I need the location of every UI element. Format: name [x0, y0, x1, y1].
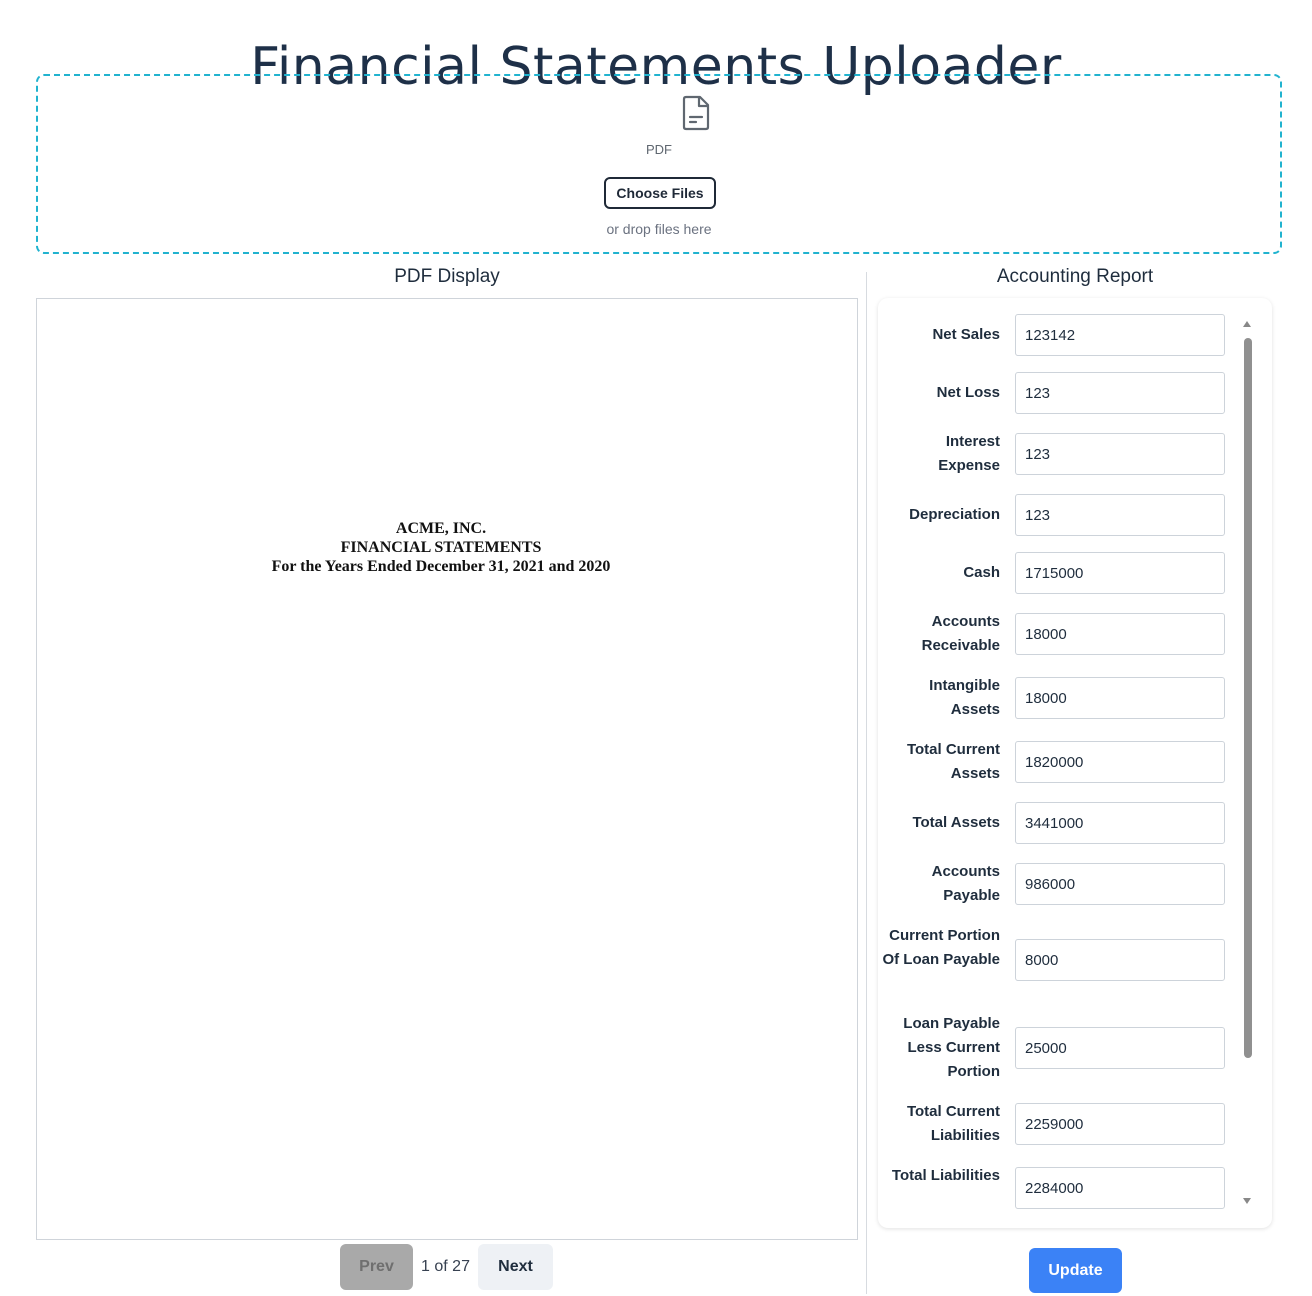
update-button[interactable]: Update: [1029, 1248, 1122, 1293]
field-row-accounts-receivable: Accounts Receivable: [878, 610, 1238, 658]
interest-expense-input[interactable]: [1015, 433, 1225, 475]
field-label: Cash: [963, 564, 1000, 581]
file-icon: [682, 95, 710, 131]
field-label: Net Loss: [936, 384, 1000, 401]
accounts-payable-input[interactable]: [1015, 863, 1225, 905]
total-assets-input[interactable]: [1015, 802, 1225, 844]
field-row-depreciation: Depreciation: [878, 494, 1238, 536]
pdf-heading-line: For the Years Ended December 31, 2021 an…: [271, 558, 611, 575]
field-row-loan-payable-less-current: Loan Payable Less Current Portion: [878, 1012, 1238, 1084]
field-row-accounts-payable: Accounts Payable: [878, 860, 1238, 908]
pdf-display-title: PDF Display: [394, 266, 500, 287]
report-scrollbar[interactable]: [1240, 316, 1254, 1208]
field-row-net-sales: Net Sales: [878, 314, 1238, 356]
field-row-current-portion-loan-payable: Current Portion Of Loan Payable: [878, 924, 1238, 996]
net-loss-input[interactable]: [1015, 372, 1225, 414]
page-indicator: 1 of 27: [421, 1258, 470, 1275]
field-row-interest-expense: Interest Expense: [878, 430, 1238, 478]
field-label: Total Liabilities: [891, 1167, 1000, 1184]
pdf-pager: Prev 1 of 27 Next: [340, 1244, 553, 1290]
field-label: Net Sales: [932, 326, 1000, 343]
pdf-heading-line: FINANCIAL STATEMENTS: [340, 539, 542, 556]
field-label: Total Current Assets: [906, 741, 1000, 782]
pdf-heading-line: ACME, INC.: [395, 520, 487, 537]
field-label: Intangible Assets: [929, 677, 1000, 718]
field-row-total-current-assets: Total Current Assets: [878, 738, 1238, 786]
total-current-liabilities-input[interactable]: [1015, 1103, 1225, 1145]
current-portion-loan-payable-input[interactable]: [1015, 939, 1225, 981]
scroll-up-arrow-icon[interactable]: [1243, 321, 1251, 327]
drop-hint: or drop files here: [606, 221, 712, 237]
cash-input[interactable]: [1015, 552, 1225, 594]
field-label: Accounts Payable: [931, 863, 1000, 904]
total-liabilities-input[interactable]: [1015, 1167, 1225, 1209]
prev-page-button[interactable]: Prev: [340, 1244, 413, 1290]
loan-payable-less-current-input[interactable]: [1015, 1027, 1225, 1069]
next-page-button[interactable]: Next: [478, 1244, 553, 1290]
field-label: Depreciation: [909, 506, 1000, 523]
file-type-label: PDF: [646, 142, 672, 157]
net-sales-input[interactable]: [1015, 314, 1225, 356]
total-current-assets-input[interactable]: [1015, 741, 1225, 783]
field-label: Loan Payable Less Current Portion: [903, 1015, 1000, 1080]
pdf-document-heading: ACME, INC. FINANCIAL STATEMENTS For the …: [37, 519, 857, 576]
scrollbar-thumb[interactable]: [1244, 338, 1252, 1058]
field-row-total-liabilities: Total Liabilities: [878, 1164, 1238, 1212]
accounts-receivable-input[interactable]: [1015, 613, 1225, 655]
field-row-cash: Cash: [878, 552, 1238, 594]
field-label: Current Portion Of Loan Payable: [882, 927, 1000, 968]
field-label: Interest Expense: [938, 433, 1000, 474]
intangible-assets-input[interactable]: [1015, 677, 1225, 719]
file-dropzone[interactable]: PDF Choose Files or drop files here: [36, 74, 1282, 254]
field-row-net-loss: Net Loss: [878, 372, 1238, 414]
field-label: Total Current Liabilities: [906, 1103, 1000, 1144]
field-row-intangible-assets: Intangible Assets: [878, 674, 1238, 722]
field-label: Total Assets: [912, 814, 1000, 831]
field-row-total-current-liabilities: Total Current Liabilities: [878, 1100, 1238, 1148]
panel-divider: [866, 272, 867, 1294]
pdf-viewer[interactable]: ACME, INC. FINANCIAL STATEMENTS For the …: [36, 298, 858, 1240]
depreciation-input[interactable]: [1015, 494, 1225, 536]
report-form[interactable]: Net Sales Net Loss Interest Expense Depr…: [878, 298, 1272, 1228]
accounting-report-title: Accounting Report: [996, 266, 1154, 287]
choose-files-button[interactable]: Choose Files: [604, 177, 716, 209]
field-label: Accounts Receivable: [921, 613, 1000, 654]
field-row-total-assets: Total Assets: [878, 802, 1238, 844]
scroll-down-arrow-icon[interactable]: [1243, 1198, 1251, 1204]
